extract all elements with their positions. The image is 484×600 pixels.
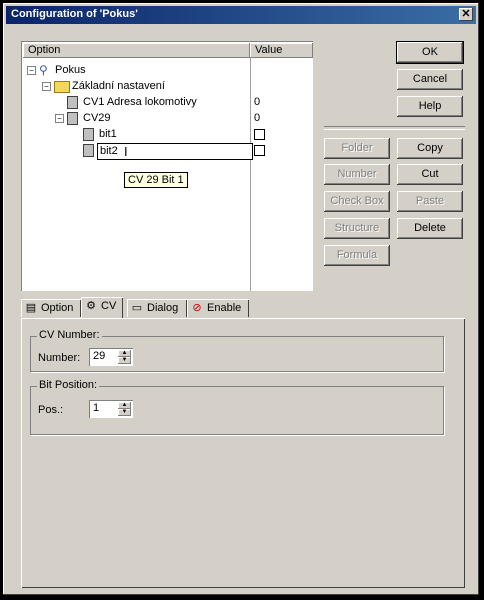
paste-button[interactable]: Paste bbox=[397, 191, 463, 212]
tree-node-label: CV1 Adresa lokomotivy bbox=[83, 96, 197, 108]
number-button[interactable]: Number bbox=[324, 164, 390, 185]
tab-cv[interactable]: ⚙ CV bbox=[81, 297, 123, 318]
config-dialog: Configuration of 'Pokus' ✕ Option Value … bbox=[3, 3, 479, 595]
cancel-button[interactable]: Cancel bbox=[397, 69, 463, 90]
collapse-icon[interactable]: − bbox=[42, 82, 51, 91]
bit2-value-checkbox[interactable] bbox=[254, 145, 265, 156]
group-title: CV Number: bbox=[37, 329, 102, 341]
close-icon[interactable]: ✕ bbox=[459, 8, 473, 21]
bit-position-group: Bit Position: Pos.: 1 ▲ ▼ bbox=[30, 379, 444, 435]
spinner-value: 29 bbox=[93, 350, 106, 362]
bit-icon bbox=[83, 144, 94, 157]
rename-edit-field[interactable]: bit2 I bbox=[97, 143, 253, 160]
tree-value-cv1: 0 bbox=[254, 96, 261, 108]
spin-down-icon[interactable]: ▼ bbox=[118, 357, 131, 364]
device-icon: ⚲ bbox=[39, 63, 48, 77]
structure-button[interactable]: Structure bbox=[324, 218, 390, 239]
collapse-icon[interactable]: − bbox=[55, 114, 64, 123]
tab-label: Dialog bbox=[147, 302, 179, 314]
cut-button[interactable]: Cut bbox=[397, 164, 463, 185]
column-header-option[interactable]: Option bbox=[23, 43, 250, 58]
tab-label: Option bbox=[41, 302, 74, 314]
ok-button[interactable]: OK bbox=[396, 41, 464, 64]
help-button[interactable]: Help bbox=[397, 96, 463, 117]
folder-icon bbox=[54, 81, 70, 93]
tree-node-label: Pokus bbox=[55, 64, 86, 76]
spinner-value: 1 bbox=[93, 402, 100, 414]
tab-option[interactable]: ▤ Option bbox=[21, 299, 81, 317]
option-icon: ▤ bbox=[25, 302, 37, 314]
bit-icon bbox=[83, 128, 94, 141]
tab-dialog[interactable]: ▭ Dialog bbox=[127, 299, 187, 317]
column-divider bbox=[250, 58, 251, 291]
spin-down-icon[interactable]: ▼ bbox=[118, 409, 131, 416]
spinner-arrows[interactable]: ▲ ▼ bbox=[118, 402, 131, 416]
checkbox-button[interactable]: Check Box bbox=[324, 191, 390, 212]
cv-tab-icon: ⚙ bbox=[86, 300, 96, 312]
tree-node-label: bit2 bbox=[100, 145, 118, 157]
tooltip: CV 29 Bit 1 bbox=[124, 172, 188, 188]
tree-node-label: Základní nastavení bbox=[72, 80, 165, 92]
tree-node-label: CV29 bbox=[83, 112, 111, 124]
window-title: Configuration of 'Pokus' bbox=[11, 8, 138, 20]
cv-icon bbox=[67, 96, 78, 109]
tab-label: Enable bbox=[207, 302, 242, 314]
bit-position-spinner[interactable]: 1 ▲ ▼ bbox=[89, 400, 133, 418]
tab-label: CV bbox=[101, 300, 117, 312]
cv-tab-panel: CV Number: Number: 29 ▲ ▼ Bit Position: … bbox=[21, 318, 465, 588]
number-label: Number: bbox=[38, 352, 81, 364]
tree-value-cv29: 0 bbox=[254, 112, 261, 124]
spinner-arrows[interactable]: ▲ ▼ bbox=[118, 350, 131, 364]
tree-node-cv1[interactable]: CV1 Adresa lokomotivy bbox=[55, 94, 310, 110]
tree-node-label: bit1 bbox=[99, 128, 117, 140]
checkbox-cv-icon bbox=[67, 112, 78, 125]
option-tree[interactable]: Option Value − ⚲ Pokus − Základní nastav… bbox=[21, 41, 313, 291]
collapse-icon[interactable]: − bbox=[27, 66, 36, 75]
cv-number-group: CV Number: Number: 29 ▲ ▼ bbox=[30, 329, 444, 372]
text-cursor-icon: I bbox=[124, 144, 128, 159]
formula-button[interactable]: Formula bbox=[324, 245, 390, 266]
separator bbox=[324, 126, 465, 130]
title-bar[interactable]: Configuration of 'Pokus' ✕ bbox=[6, 6, 476, 24]
spin-up-icon[interactable]: ▲ bbox=[118, 350, 131, 357]
group-title: Bit Position: bbox=[37, 379, 100, 391]
delete-button[interactable]: Delete bbox=[397, 218, 463, 239]
enable-icon: ⊘ bbox=[192, 302, 202, 314]
copy-button[interactable]: Copy bbox=[397, 138, 463, 159]
tab-enable[interactable]: ⊘ Enable bbox=[187, 299, 249, 317]
cv-number-spinner[interactable]: 29 ▲ ▼ bbox=[89, 348, 133, 366]
bit1-value-checkbox[interactable] bbox=[254, 129, 265, 140]
column-header-value[interactable]: Value bbox=[250, 43, 313, 58]
folder-button[interactable]: Folder bbox=[324, 138, 390, 159]
pos-label: Pos.: bbox=[38, 404, 64, 416]
dialog-icon: ▭ bbox=[131, 302, 143, 314]
spin-up-icon[interactable]: ▲ bbox=[118, 402, 131, 409]
